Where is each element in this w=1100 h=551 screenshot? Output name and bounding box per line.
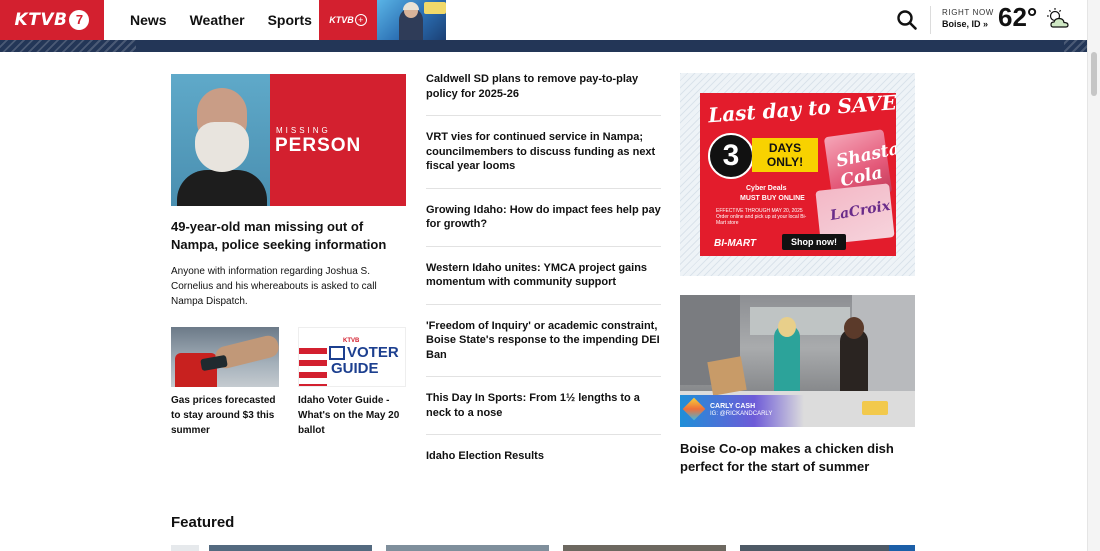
weather-divider: [930, 6, 931, 34]
scrollbar-thumb[interactable]: [1091, 52, 1097, 96]
ad-fine-print: EFFECTIVE THROUGH MAY 20, 2025 Order onl…: [716, 208, 807, 226]
nav-news[interactable]: News: [130, 12, 167, 28]
ad-days-number: 3: [708, 133, 754, 179]
weather-location-link[interactable]: Boise, ID »: [942, 19, 988, 29]
voter-guide-image: KTVB VOTER GUIDE: [298, 327, 406, 387]
hero-summary: Anyone with information regarding Joshua…: [171, 266, 377, 307]
hero-photo: [171, 74, 270, 206]
promo-host-hair: [403, 2, 419, 10]
bimart-ad[interactable]: Last day to SAVE! Shasta Cola LaCroix 3 …: [700, 93, 896, 256]
promo-sign: [424, 2, 446, 14]
guide-word: GUIDE: [331, 360, 379, 377]
gas-prices-card[interactable]: Gas prices forecasted to stay around $3 …: [171, 327, 279, 438]
featured-next-edge[interactable]: [889, 545, 915, 551]
logo-badge: 7: [69, 10, 90, 30]
ad-cyber-text: Cyber Deals: [746, 185, 787, 192]
missing-overlay-text: MISSING: [276, 126, 331, 135]
nav-stripe: [0, 40, 1087, 52]
lower-third-handle: IG: @RICKANDCARLY: [710, 411, 773, 417]
host-one-head: [778, 317, 796, 337]
featured-item-thumb[interactable]: [386, 545, 549, 551]
cooking-segment-image[interactable]: CARLY CASH IG: @RICKANDCARLY: [680, 295, 915, 427]
ad-shop-button[interactable]: Shop now!: [782, 234, 846, 250]
flag-stripes: [299, 348, 327, 386]
host-two-head: [844, 317, 864, 339]
story-link[interactable]: Growing Idaho: How do impact fees help p…: [426, 203, 661, 247]
featured-item-thumb[interactable]: [209, 545, 372, 551]
nav-sports[interactable]: Sports: [268, 12, 312, 28]
plus-label: KTVB: [329, 15, 354, 25]
kitchen-shelf: [750, 307, 850, 335]
story-link[interactable]: VRT vies for continued service in Nampa;…: [426, 130, 661, 189]
hero-image[interactable]: MISSING PERSON: [171, 74, 406, 206]
person-overlay-text: PERSON: [275, 135, 362, 156]
current-temperature[interactable]: 62°: [998, 2, 1037, 33]
lower-third-name: CARLY CASH: [710, 403, 756, 410]
featured-item-thumb[interactable]: [740, 545, 903, 551]
voter-guide-headline[interactable]: Idaho Voter Guide - What's on the May 20…: [298, 393, 406, 438]
ktvb-plus-tile[interactable]: KTVB +: [319, 0, 377, 40]
site-header: KTVB 7 News Weather Sports KTVB + RIGHT …: [0, 0, 1087, 40]
gas-prices-headline[interactable]: Gas prices forecasted to stay around $3 …: [171, 393, 279, 438]
plus-badge: +: [354, 14, 367, 26]
main-nav: News Weather Sports: [130, 0, 335, 40]
story-link[interactable]: Western Idaho unites: YMCA project gains…: [426, 261, 661, 305]
story-link[interactable]: Idaho Election Results: [426, 449, 661, 478]
nav-stripe-center: [136, 40, 1064, 52]
show-logo-bug: [862, 401, 888, 415]
featured-heading: Featured: [171, 514, 235, 531]
partly-cloudy-icon: [1047, 8, 1069, 28]
ad-headline: Last day to SAVE!: [707, 93, 896, 128]
ad-container: Last day to SAVE! Shasta Cola LaCroix 3 …: [680, 73, 915, 276]
ad-days-text: DAYS ONLY!: [752, 138, 818, 172]
search-icon[interactable]: [896, 9, 918, 31]
gas-pump-image: [171, 327, 279, 387]
logo-text: KTVB: [14, 10, 68, 30]
top-stories-list: Caldwell SD plans to remove pay-to-play …: [426, 72, 661, 492]
cutting-board: [707, 356, 747, 396]
live-show-promo[interactable]: [377, 0, 446, 40]
page-scrollbar[interactable]: [1087, 0, 1100, 551]
story-link[interactable]: Caldwell SD plans to remove pay-to-play …: [426, 72, 661, 116]
ad-brand: BI-MART: [714, 238, 757, 249]
voter-word: VOTER: [347, 344, 399, 361]
ad-buy-text: MUST BUY ONLINE: [740, 195, 805, 202]
ballot-checkbox-icon: [329, 346, 345, 360]
hero-headline[interactable]: 49-year-old man missing out of Nampa, po…: [171, 218, 406, 254]
voter-guide-card[interactable]: KTVB VOTER GUIDE Idaho Voter Guide - Wha…: [298, 327, 406, 438]
story-link[interactable]: 'Freedom of Inquiry' or academic constra…: [426, 319, 661, 377]
hero-shirt: [177, 170, 267, 206]
featured-item-edge: [171, 545, 199, 551]
featured-item-thumb[interactable]: [563, 545, 726, 551]
right-now-label: RIGHT NOW: [942, 8, 994, 17]
ktvb-logo[interactable]: KTVB 7: [0, 0, 104, 40]
hero-beard: [195, 122, 249, 172]
story-link[interactable]: This Day In Sports: From 1½ lengths to a…: [426, 391, 661, 435]
nav-weather[interactable]: Weather: [190, 12, 245, 28]
cooking-segment-headline[interactable]: Boise Co-op makes a chicken dish perfect…: [680, 440, 915, 476]
